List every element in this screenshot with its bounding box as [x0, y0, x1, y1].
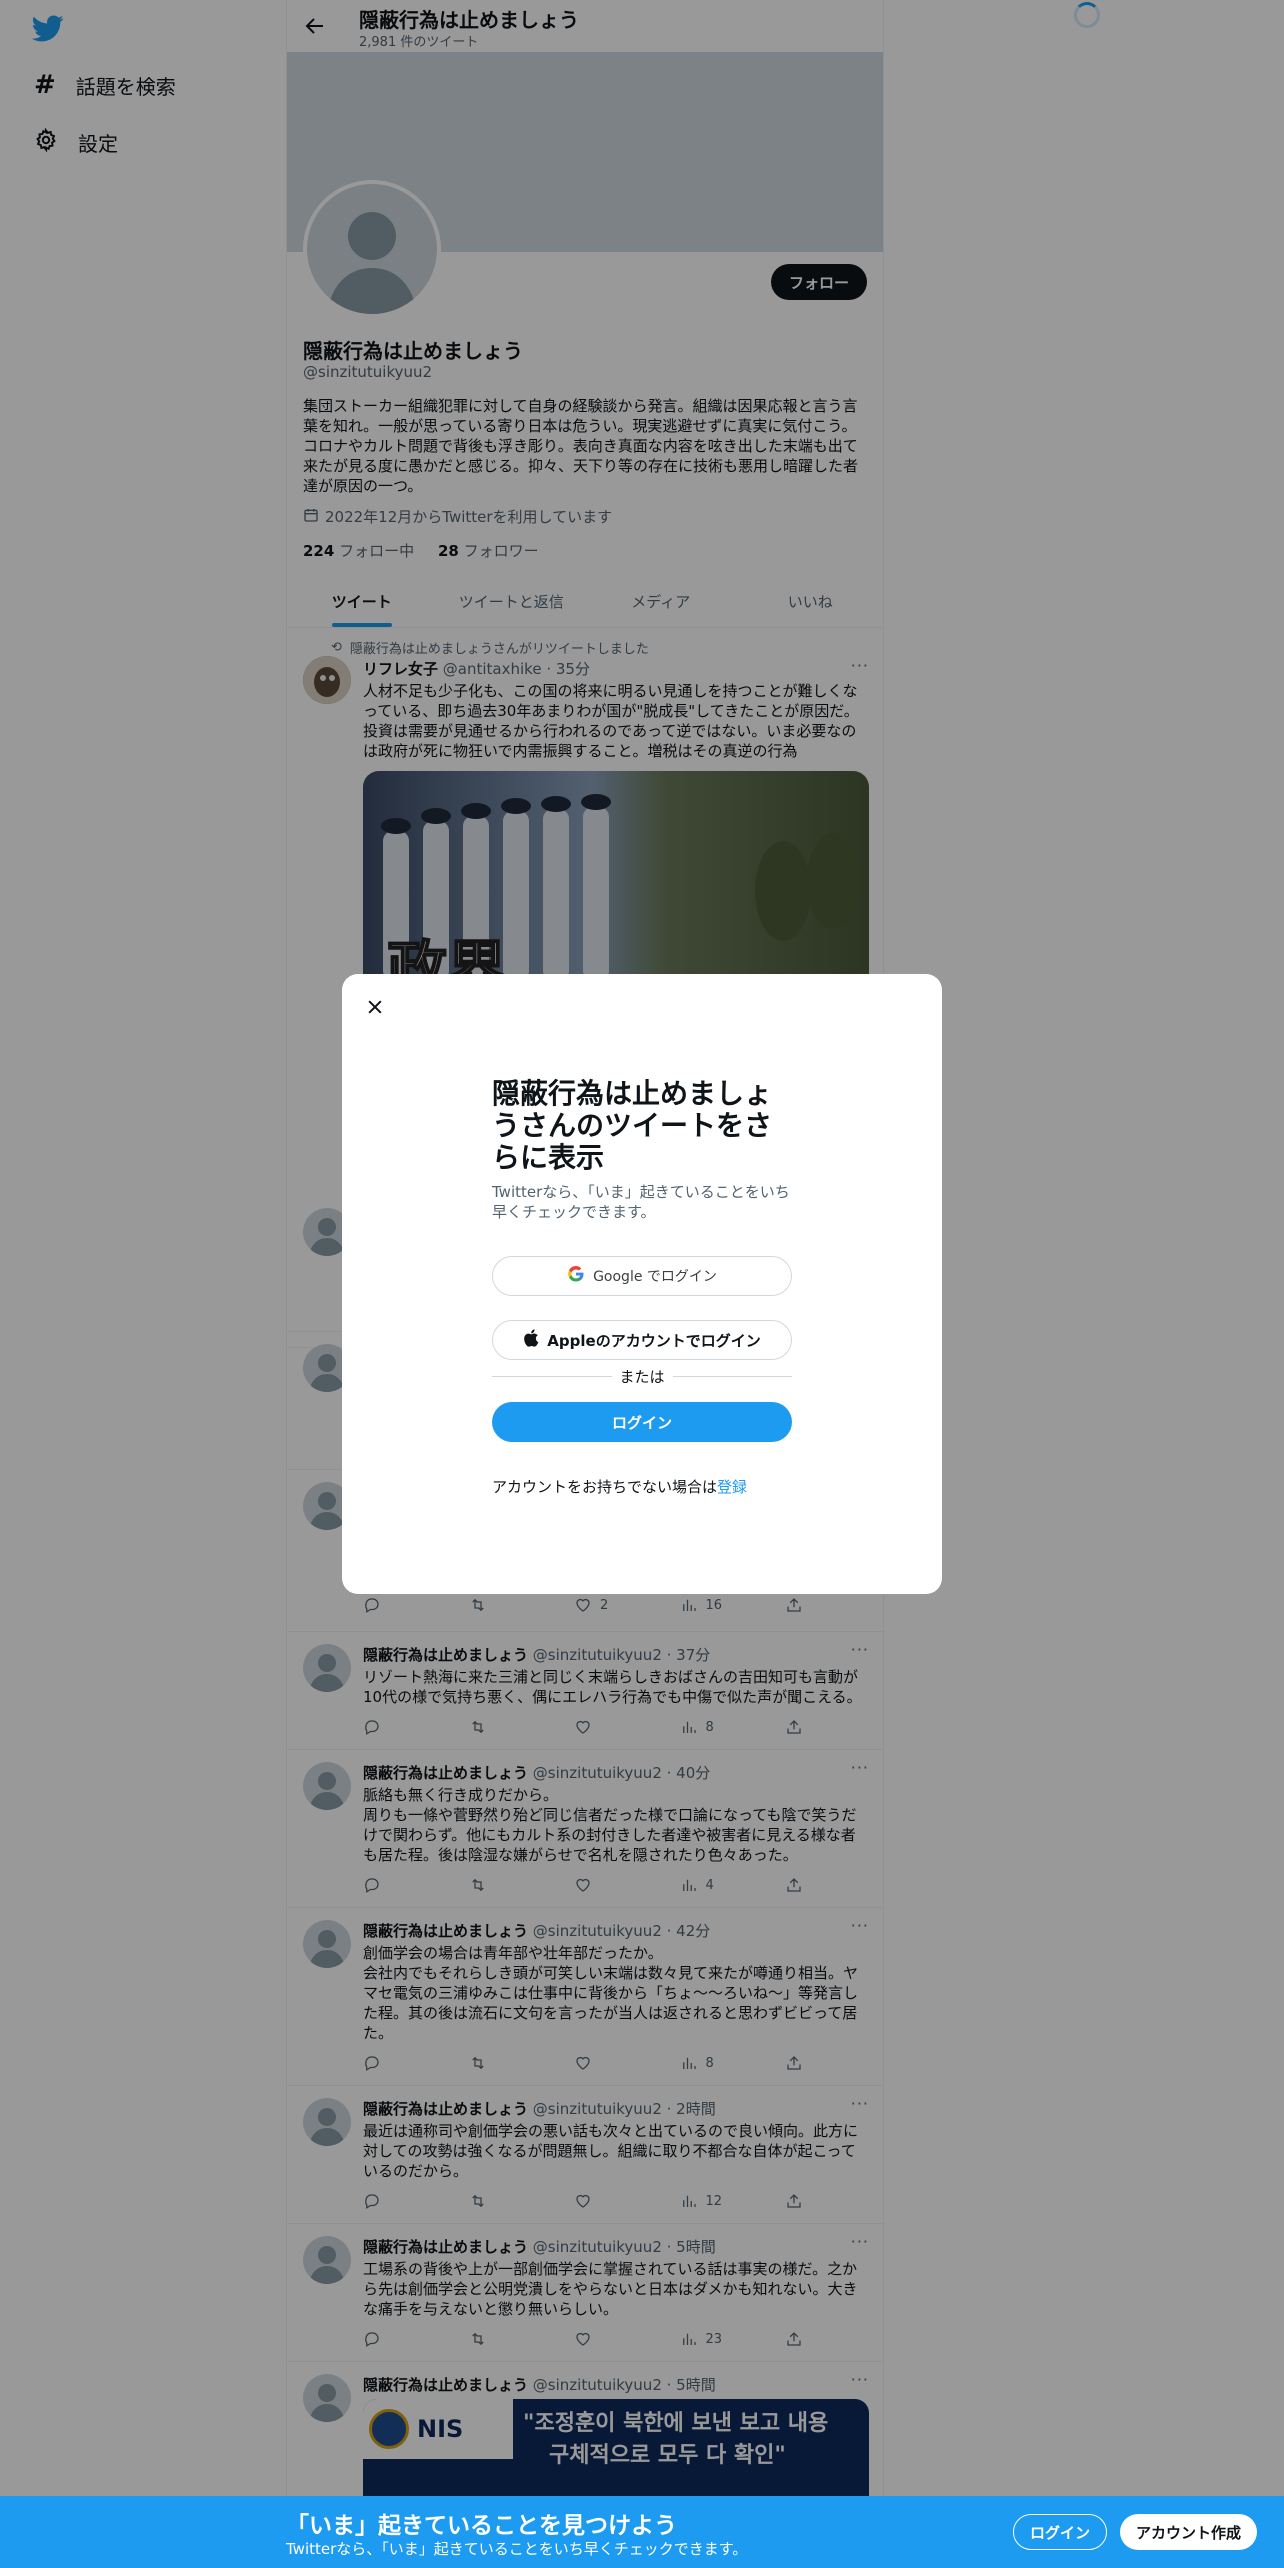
or-divider: または: [492, 1366, 793, 1387]
apple-login-button[interactable]: Appleのアカウントでログイン: [492, 1320, 792, 1360]
bottom-signup-button[interactable]: アカウント作成: [1120, 2514, 1258, 2550]
signup-prefix: アカウントをお持ちでない場合は: [492, 1478, 718, 1496]
signup-prompt: アカウントをお持ちでない場合は登録: [492, 1476, 747, 1497]
google-icon: [567, 1265, 585, 1287]
bottom-login-button[interactable]: ログイン: [1013, 2514, 1108, 2550]
apple-login-label: Appleのアカウントでログイン: [547, 1331, 761, 1350]
google-login-button[interactable]: Google でログイン: [492, 1256, 792, 1296]
login-button[interactable]: ログイン: [492, 1402, 792, 1442]
apple-icon: [523, 1329, 539, 1351]
bottom-signup-bar: 「いま」起きていることを見つけよう Twitterなら、「いま」起きていることを…: [0, 2496, 1284, 2568]
bottom-bar-subtitle: Twitterなら、「いま」起きていることをいち早くチェックできます。: [286, 2540, 748, 2558]
signup-link[interactable]: 登録: [717, 1478, 747, 1496]
modal-title: 隠蔽行為は止めましょうさんのツイートをさらに表示: [492, 1077, 773, 1174]
login-prompt-modal: 隠蔽行為は止めましょうさんのツイートをさらに表示 Twitterなら、「いま」起…: [342, 974, 942, 1594]
or-label: または: [619, 1368, 665, 1386]
bottom-bar-title: 「いま」起きていることを見つけよう: [286, 2513, 677, 2539]
google-login-label: Google でログイン: [593, 1269, 717, 1285]
close-icon[interactable]: [358, 990, 392, 1024]
modal-subtitle: Twitterなら、「いま」起きていることをいち早くチェックできます。: [492, 1183, 790, 1221]
